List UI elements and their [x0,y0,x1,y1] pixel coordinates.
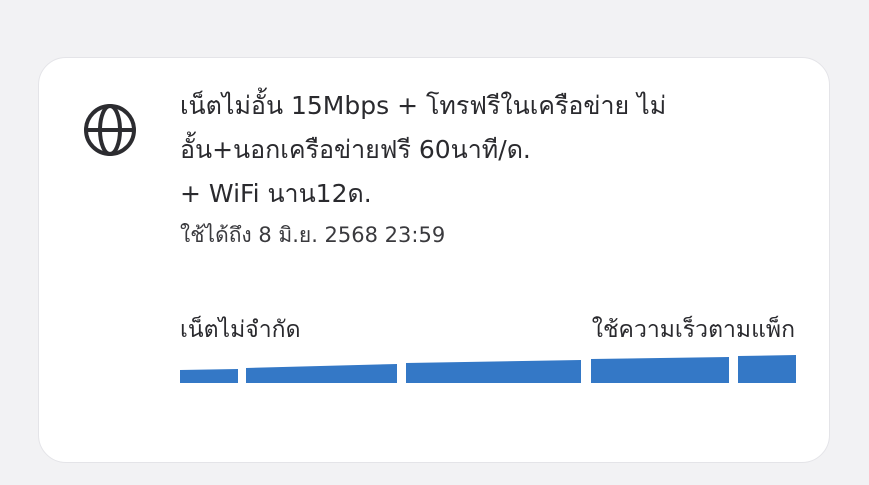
unlimited-label: เน็ตไม่จำกัด [180,317,301,343]
speed-segment [591,357,729,383]
speed-ramp-graph [180,355,796,383]
speed-segment [738,355,796,383]
expiry-text: ใช้ได้ถึง 8 มิ.ย. 2568 23:59 [180,223,446,247]
globe-icon [84,104,136,156]
speed-segment [246,364,397,383]
package-title-line: อั้น+นอกเครือข่ายฟรี 60นาที/ด. [180,135,531,164]
package-title-line: เน็ตไม่อั้น 15Mbps + โทรฟรีในเครือข่าย ไ… [180,91,667,120]
speed-segment [180,369,238,383]
package-title-line: + WiFi นาน12ด. [180,179,372,208]
package-title: เน็ตไม่อั้น 15Mbps + โทรฟรีในเครือข่าย ไ… [180,84,780,216]
speed-segment [406,360,581,383]
speed-policy-label: ใช้ความเร็วตามแพ็ก [591,317,795,343]
